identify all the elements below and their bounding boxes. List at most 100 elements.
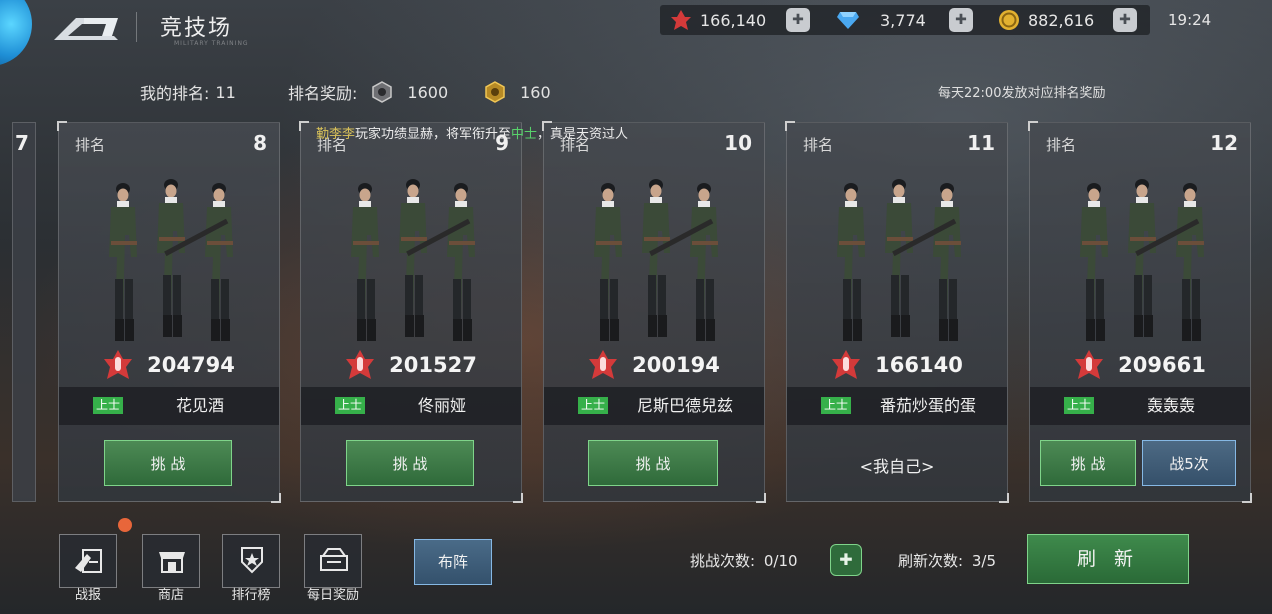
challenge-button[interactable]: 挑 战 [1040, 440, 1136, 486]
daily-reward-button[interactable] [304, 534, 362, 588]
combat-power-value: 201527 [389, 353, 477, 377]
rank-reward: 排名奖励: 1600 160 [288, 80, 551, 104]
add-diamond-button[interactable] [949, 8, 973, 32]
add-gold-button[interactable] [1113, 8, 1137, 32]
opponent-card-rank-12: 排名 12 209661 上士 轰轰轰 挑 战 战5次 [1028, 121, 1252, 503]
notification-dot [118, 518, 132, 532]
reward-notice: 每天22:00发放对应排名奖励 [938, 86, 1106, 101]
add-challenge-attempts-button[interactable] [830, 544, 862, 576]
formation-button[interactable]: 布阵 [414, 539, 492, 585]
squad-portrait-icon [837, 179, 961, 341]
refresh-button[interactable]: 刷 新 [1027, 534, 1189, 584]
medal-count: 166,140 [700, 10, 767, 30]
player-name-row: 上士 番茄炒蛋的蛋 [787, 387, 1007, 425]
challenge-count: 挑战次数: 0/10 [690, 550, 798, 571]
challenge-button[interactable]: 挑 战 [588, 440, 718, 486]
card-rank-number: 11 [967, 131, 995, 155]
add-medal-button[interactable] [786, 8, 810, 32]
self-card-rank-11: 排名 11 166140 上士 番茄炒蛋的蛋 <我自己> [785, 121, 1009, 503]
card-rank-label: 排名 [1046, 136, 1077, 154]
daily-reward-label: 每日奖励 [306, 588, 359, 603]
daily-reward-icon [320, 548, 348, 571]
challenge-count-value: 0/10 [763, 552, 798, 570]
opponent-card-rank-10: 排名 10 200194 上士 尼斯巴德兒兹 挑 战 [542, 121, 766, 503]
player-name-row: 上士 佟丽娅 [301, 387, 521, 425]
gold-count: 882,616 [1028, 10, 1095, 30]
broadcast-rank: 中士 [511, 127, 538, 142]
refresh-count: 刷新次数: 3/5 [898, 550, 996, 571]
challenge-count-label: 挑战次数: [690, 552, 756, 570]
system-broadcast: 勤李李玩家功绩显赫，将军衔升至中士，真是天资过人 [316, 123, 628, 142]
power-row: 209661 [1030, 345, 1250, 385]
refresh-count-value: 3/5 [971, 552, 996, 570]
player-name: 番茄炒蛋的蛋 [879, 396, 976, 415]
opponent-card-rank-8: 排名 8 204794 上士 花见酒 挑 战 [57, 121, 281, 503]
card-rank-label: 排名 [75, 136, 106, 154]
combat-power-value: 200194 [632, 353, 720, 377]
clock: 19:24 [1168, 11, 1212, 29]
card-rank-number: 12 [1210, 131, 1238, 155]
power-row: 166140 [787, 345, 1007, 385]
player-name: 佟丽娅 [417, 396, 466, 415]
battle-report-button[interactable] [59, 534, 117, 588]
gold-medal-icon [485, 81, 505, 103]
rank-reward-label: 排名奖励: [288, 84, 358, 103]
shop-icon [159, 552, 185, 573]
player-name-row: 上士 尼斯巴德兒兹 [544, 387, 764, 425]
player-name: 尼斯巴德兒兹 [636, 396, 733, 415]
page-subtitle: MILITARY TRAINING [174, 40, 249, 47]
squad-portrait-icon [351, 179, 475, 341]
player-name: 花见酒 [175, 396, 224, 415]
battle-report-icon [75, 549, 102, 573]
challenge-five-times-button[interactable]: 战5次 [1142, 440, 1236, 486]
diamond-count: 3,774 [880, 10, 926, 30]
partial-card-rank-7[interactable]: 7 [12, 122, 36, 502]
squad-portrait-icon [1080, 179, 1204, 341]
silver-medal-icon [372, 81, 393, 103]
challenge-button[interactable]: 挑 战 [104, 440, 232, 486]
squad-portrait-icon [594, 179, 718, 341]
broadcast-user: 勤李李 [316, 127, 356, 142]
my-rank: 我的排名: 11 [140, 80, 236, 104]
military-rank-badge: 上士 [578, 397, 608, 414]
reward-silver-value: 1600 [407, 82, 449, 102]
back-arrow-icon[interactable] [54, 12, 120, 42]
card-rank-number: 10 [724, 131, 752, 155]
military-rank-badge: 上士 [821, 397, 851, 414]
power-row: 201527 [301, 345, 521, 385]
power-row: 200194 [544, 345, 764, 385]
leaderboard-icon [241, 547, 263, 574]
my-rank-label: 我的排名: [140, 84, 210, 103]
player-name: 轰轰轰 [1146, 396, 1195, 415]
combat-power-icon [104, 350, 133, 379]
resource-diamond: 3,774 [836, 5, 926, 35]
leaderboard-label: 排行榜 [231, 588, 271, 603]
self-indicator: <我自己> [859, 457, 935, 476]
refresh-count-label: 刷新次数: [898, 552, 964, 570]
resource-gold: 882,616 [998, 5, 1094, 35]
title-separator [136, 12, 137, 42]
combat-power-icon [832, 350, 861, 379]
game-logo-icon[interactable] [0, 0, 32, 66]
player-name-row: 上士 轰轰轰 [1030, 387, 1250, 425]
page-title: 竞技场 [160, 16, 233, 41]
card-rank-number: 8 [253, 131, 267, 155]
medal-icon [671, 10, 691, 30]
combat-power-value: 204794 [147, 353, 235, 377]
power-row: 204794 [59, 345, 279, 385]
resource-bar: 166,140 3,774 882,616 [660, 5, 1150, 35]
challenge-button[interactable]: 挑 战 [346, 440, 474, 486]
reward-gold-value: 160 [520, 82, 551, 102]
broadcast-text: 玩家功绩显赫，将军衔升至 [355, 127, 512, 142]
partial-card-rank: 7 [15, 131, 29, 155]
diamond-icon [837, 12, 859, 29]
top-bar: 竞技场 MILITARY TRAINING 166,140 3,774 882,… [0, 0, 1272, 66]
shop-label: 商店 [157, 588, 184, 603]
gold-coin-icon [999, 10, 1019, 30]
my-rank-value: 11 [215, 82, 236, 102]
broadcast-text-end: ，真是天资过人 [537, 127, 629, 142]
leaderboard-button[interactable] [222, 534, 280, 588]
shop-button[interactable] [142, 534, 200, 588]
combat-power-value: 209661 [1118, 353, 1206, 377]
resource-medal: 166,140 [670, 5, 766, 35]
